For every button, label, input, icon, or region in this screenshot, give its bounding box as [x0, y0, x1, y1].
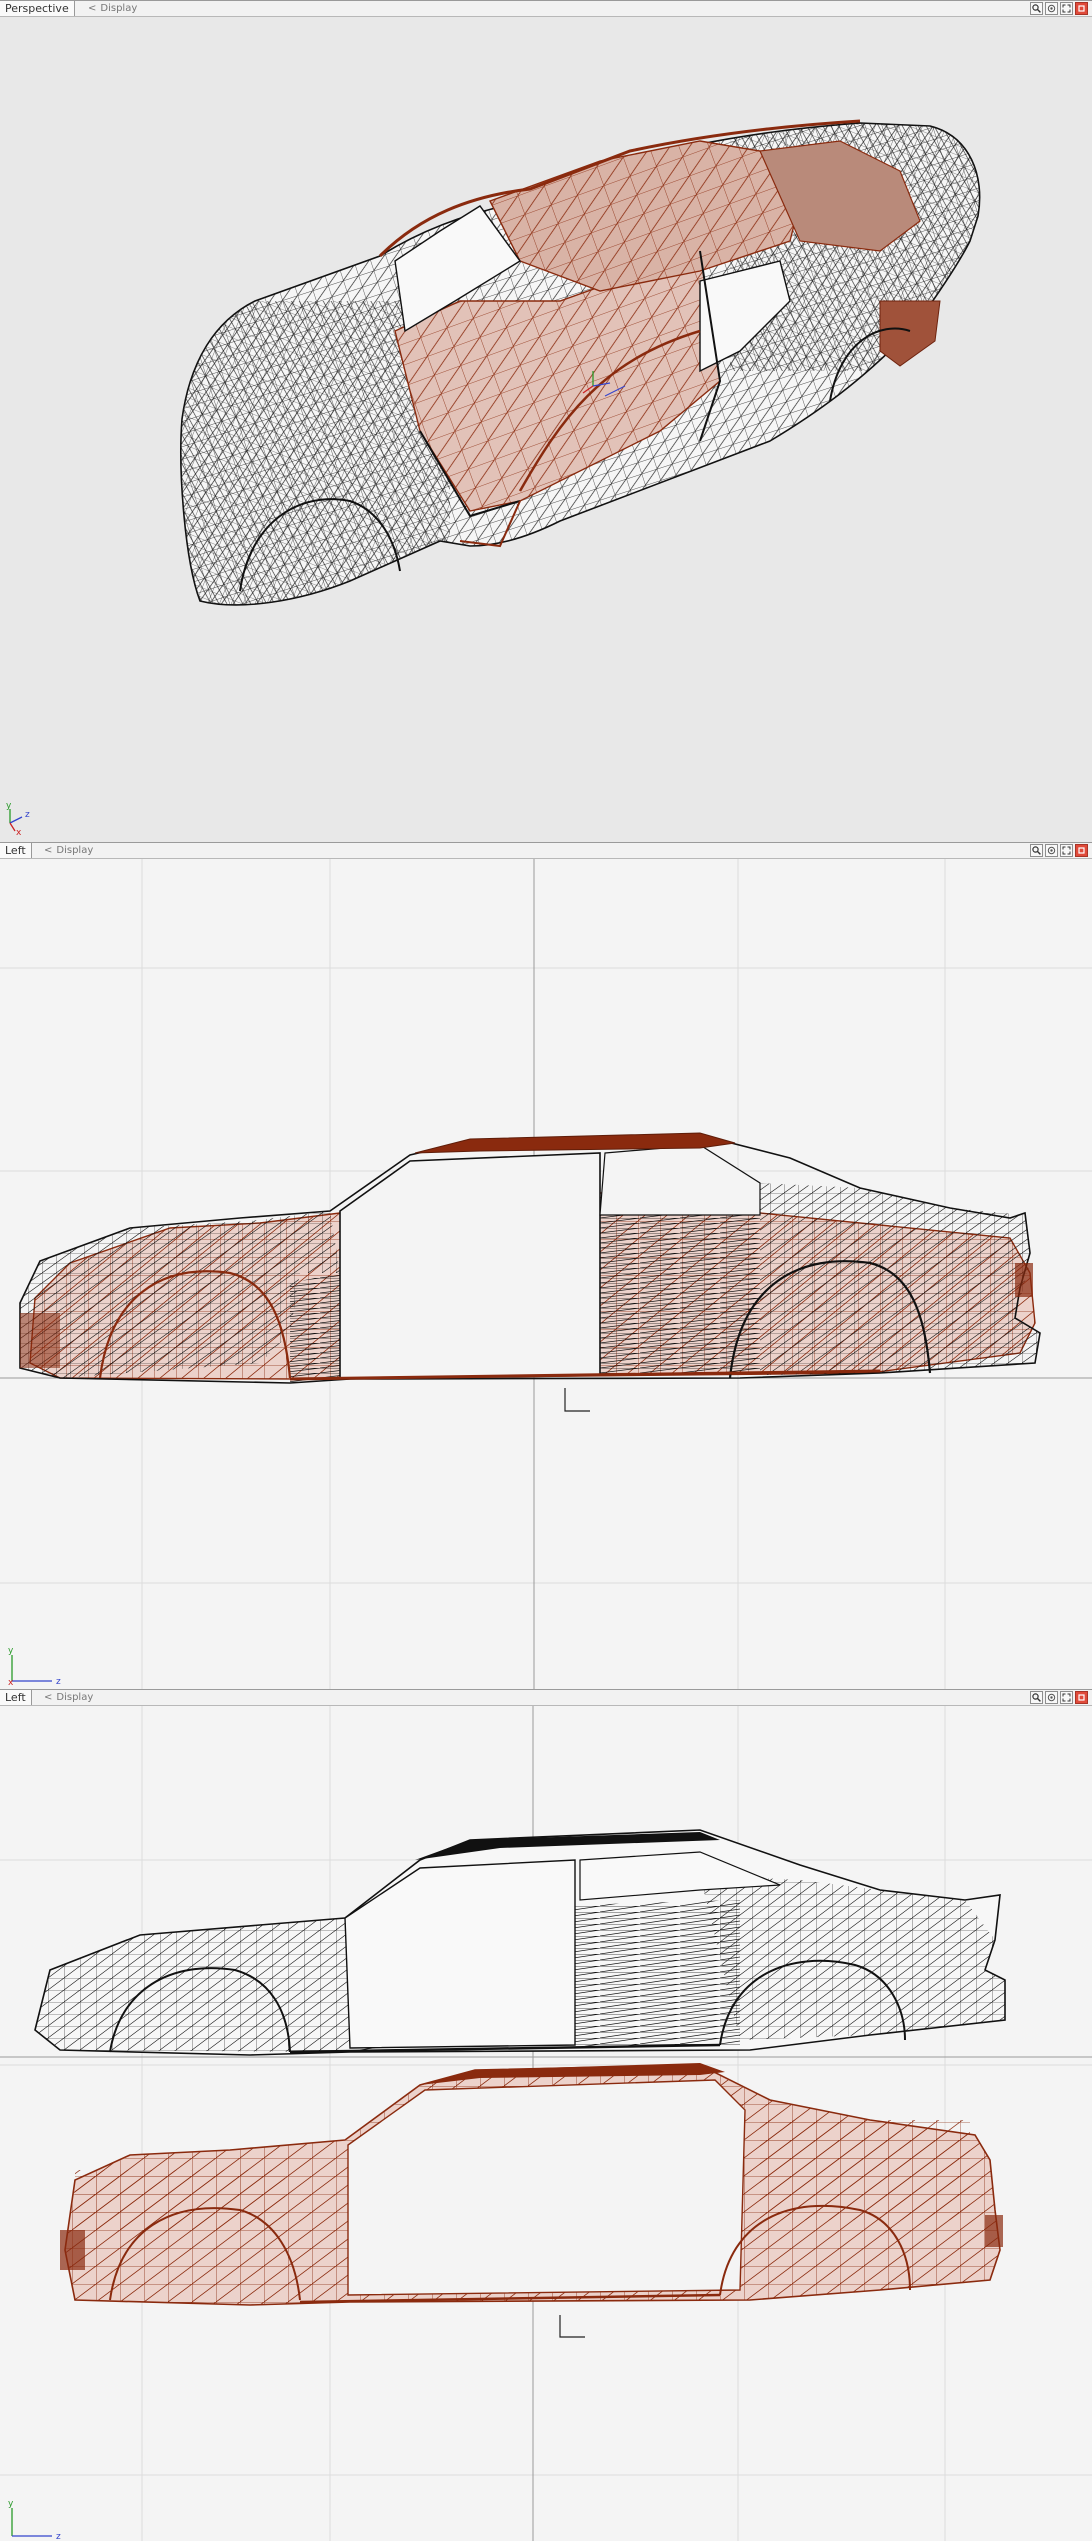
- maximize-icon[interactable]: [1060, 1691, 1073, 1704]
- rotate-view-icon[interactable]: [1045, 1691, 1058, 1704]
- y-axis-label: y: [8, 1646, 14, 1656]
- left-scene-separated: [0, 1706, 1092, 2541]
- viewport-title-tab[interactable]: Perspective: [0, 1, 75, 16]
- y-axis-label: y: [6, 801, 12, 811]
- viewport-title-tab[interactable]: Left: [0, 1690, 32, 1705]
- axis-gizmo: y z x: [8, 1646, 61, 1685]
- maximize-icon[interactable]: [1060, 844, 1073, 857]
- z-axis-label: z: [56, 2532, 61, 2540]
- viewport-controls: [1030, 844, 1088, 857]
- x-axis-label: x: [8, 1678, 14, 1685]
- close-viewport-icon[interactable]: [1075, 1691, 1088, 1704]
- viewport-titlebar: Left < Display: [0, 1690, 1092, 1706]
- chevron-left-icon: <: [44, 845, 53, 856]
- z-axis-label: z: [25, 810, 30, 820]
- close-viewport-icon[interactable]: [1075, 844, 1088, 857]
- z-axis-label: z: [56, 1677, 61, 1685]
- left-viewport-top[interactable]: Left < Display y z x: [0, 842, 1092, 1689]
- y-axis-label: y: [8, 2499, 14, 2509]
- viewport-title-tab[interactable]: Left: [0, 843, 32, 858]
- zoom-icon[interactable]: [1030, 844, 1043, 857]
- zoom-icon[interactable]: [1030, 2, 1043, 15]
- viewport-titlebar: Left < Display: [0, 843, 1092, 859]
- rotate-view-icon[interactable]: [1045, 2, 1058, 15]
- x-axis-label: x: [16, 828, 22, 835]
- display-menu[interactable]: < Display: [44, 1690, 93, 1705]
- axis-gizmo: y z x: [6, 801, 30, 835]
- axis-gizmo: y z: [8, 2499, 61, 2540]
- display-menu-label: Display: [100, 3, 138, 14]
- rotate-view-icon[interactable]: [1045, 844, 1058, 857]
- zoom-icon[interactable]: [1030, 1691, 1043, 1704]
- chevron-left-icon: <: [44, 1692, 53, 1703]
- close-viewport-icon[interactable]: [1075, 2, 1088, 15]
- viewport-titlebar: Perspective < Display: [0, 1, 1092, 17]
- display-menu-label: Display: [56, 845, 94, 856]
- left-scene-overlay: [0, 859, 1092, 1689]
- display-menu[interactable]: < Display: [88, 1, 137, 16]
- viewport-controls: [1030, 2, 1088, 15]
- maximize-icon[interactable]: [1060, 2, 1073, 15]
- chevron-left-icon: <: [88, 3, 97, 14]
- viewport-controls: [1030, 1691, 1088, 1704]
- left-viewport-bottom[interactable]: Left < Display y z: [0, 1689, 1092, 2541]
- perspective-viewport[interactable]: Perspective < Display y z x: [0, 0, 1092, 842]
- display-menu[interactable]: < Display: [44, 843, 93, 858]
- perspective-scene: [180, 119, 981, 606]
- display-menu-label: Display: [56, 1692, 94, 1703]
